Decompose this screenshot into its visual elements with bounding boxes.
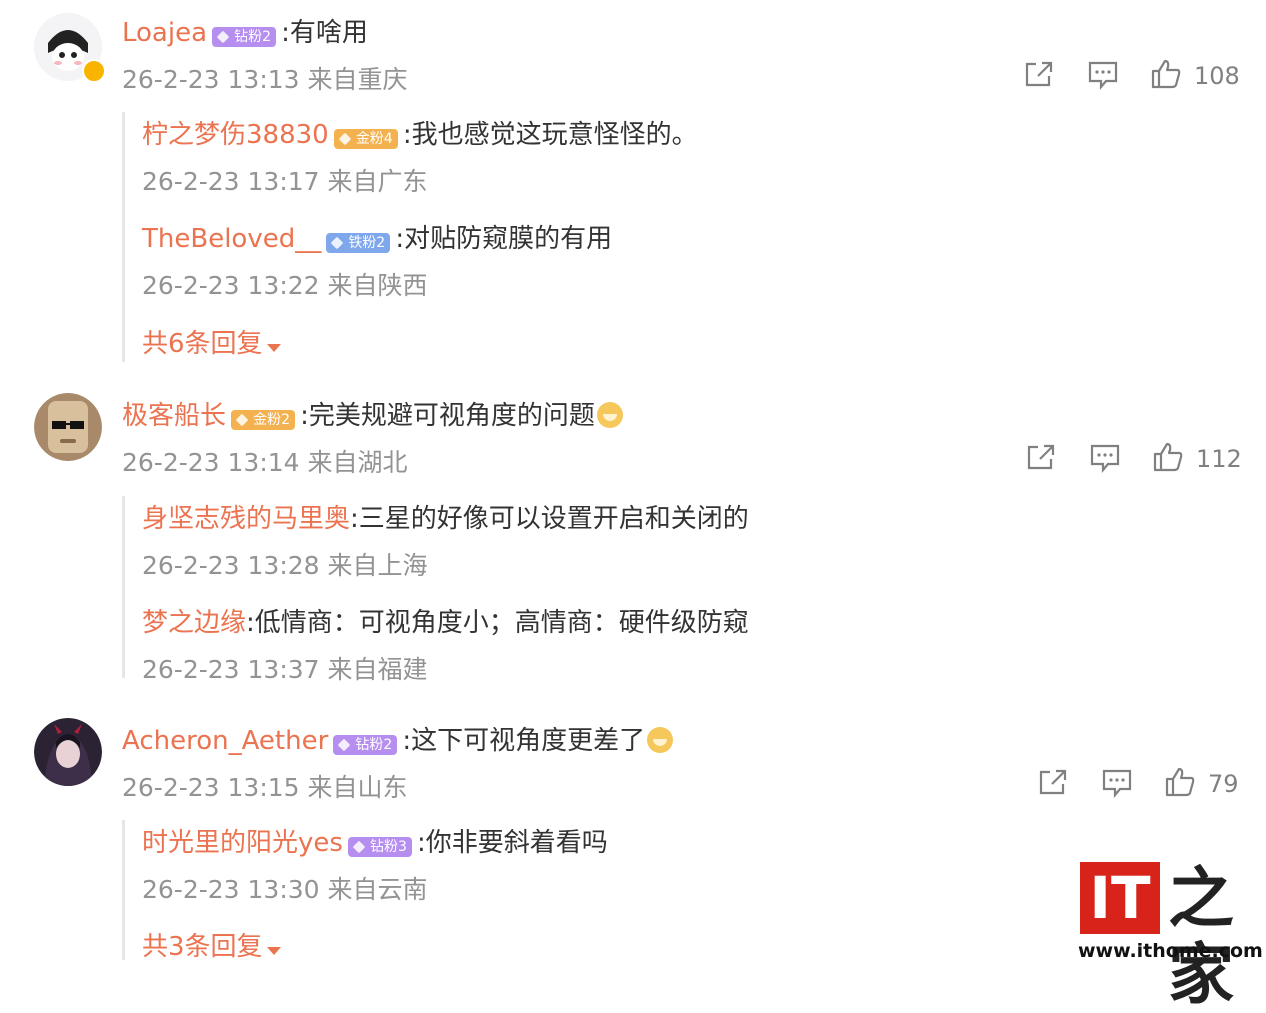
share-icon[interactable] (1024, 60, 1054, 88)
share-icon[interactable] (1026, 443, 1056, 471)
more-replies-label[interactable]: 共6条回复 (142, 329, 263, 359)
reply: TheBeloved__ 铁粉2 :对贴防窥膜的有用 (142, 218, 612, 255)
reply: 身坚志残的马里奥:三星的好像可以设置开启和关闭的 (142, 498, 749, 535)
reply-divider (122, 112, 125, 362)
more-replies-link[interactable]: 共3条回复 (142, 926, 281, 963)
username[interactable]: Loajea (122, 18, 207, 48)
reply-meta: 26-2-23 13:37 来自福建 (142, 655, 428, 684)
avatar[interactable] (34, 393, 102, 461)
comment-meta: 26-2-23 13:15 来自山东 (122, 773, 408, 802)
comment-text: :完美规避可视角度的问题 (300, 401, 595, 431)
reply-text: :三星的好像可以设置开启和关闭的 (350, 504, 749, 534)
username[interactable]: Acheron_Aether (122, 726, 328, 756)
reply-username[interactable]: 梦之边缘 (142, 608, 246, 638)
doge-emoji-icon (596, 402, 623, 428)
reply: 柠之梦伤38830 金粉4 :我也感觉这玩意怪怪的。 (142, 114, 698, 151)
reply-meta: 26-2-23 13:28 来自上海 (142, 551, 428, 580)
reply-text: :我也感觉这玩意怪怪的。 (402, 120, 698, 150)
fan-badge[interactable]: 钻粉2 (333, 734, 398, 755)
comment-text: :有啥用 (281, 18, 368, 48)
like-icon[interactable] (1152, 441, 1184, 473)
username[interactable]: 极客船长 (122, 401, 226, 431)
fan-badge[interactable]: 铁粉2 (326, 232, 391, 253)
fan-badge[interactable]: 钻粉2 (212, 26, 277, 47)
avatar[interactable] (34, 718, 102, 786)
comment-icon[interactable] (1087, 60, 1119, 90)
comment-meta: 26-2-23 13:14 来自湖北 (122, 448, 408, 477)
reply-text: :你非要斜着看吗 (417, 828, 608, 858)
reply: 时光里的阳光yes 钻粉3 :你非要斜着看吗 (142, 822, 608, 859)
reply-username[interactable]: TheBeloved__ (142, 224, 321, 254)
comment-icon[interactable] (1089, 443, 1121, 473)
reply-text: :对贴防窥膜的有用 (395, 224, 613, 254)
reply: 梦之边缘:低情商：可视角度小；高情商：硬件级防窥 (142, 602, 749, 639)
like-count: 112 (1196, 445, 1242, 473)
caret-down-icon (266, 946, 281, 955)
ithome-logo: IT (1080, 862, 1160, 934)
caret-down-icon (266, 343, 281, 352)
more-replies-label[interactable]: 共3条回复 (142, 932, 263, 962)
reply-username[interactable]: 身坚志残的马里奥 (142, 504, 350, 534)
fan-badge[interactable]: 金粉4 (333, 128, 398, 149)
reply-meta: 26-2-23 13:17 来自广东 (142, 167, 428, 196)
like-icon[interactable] (1164, 766, 1196, 798)
reply-text: :低情商：可视角度小；高情商：硬件级防窥 (246, 608, 749, 638)
comment-text: :这下可视角度更差了 (402, 726, 646, 756)
ithome-logo-cn: 之家 (1168, 859, 1234, 1013)
reply-divider (122, 496, 125, 678)
fan-badge[interactable]: 钻粉3 (348, 836, 412, 857)
like-count: 108 (1194, 62, 1240, 90)
share-icon[interactable] (1038, 768, 1068, 796)
fan-badge[interactable]: 金粉2 (231, 409, 296, 430)
doge-emoji-icon (647, 727, 674, 753)
comment-icon[interactable] (1101, 768, 1133, 798)
verified-icon (82, 59, 106, 83)
reply-username[interactable]: 时光里的阳光yes (142, 828, 343, 858)
comment-meta: 26-2-23 13:13 来自重庆 (122, 65, 408, 94)
like-count: 79 (1208, 770, 1239, 798)
reply-meta: 26-2-23 13:30 来自云南 (142, 875, 428, 904)
reply-username[interactable]: 柠之梦伤38830 (142, 120, 329, 150)
ithome-url: www.ithome.com (1078, 940, 1263, 962)
reply-divider (122, 820, 125, 960)
reply-meta: 26-2-23 13:22 来自陕西 (142, 271, 428, 300)
more-replies-link[interactable]: 共6条回复 (142, 323, 281, 360)
like-icon[interactable] (1150, 58, 1182, 90)
